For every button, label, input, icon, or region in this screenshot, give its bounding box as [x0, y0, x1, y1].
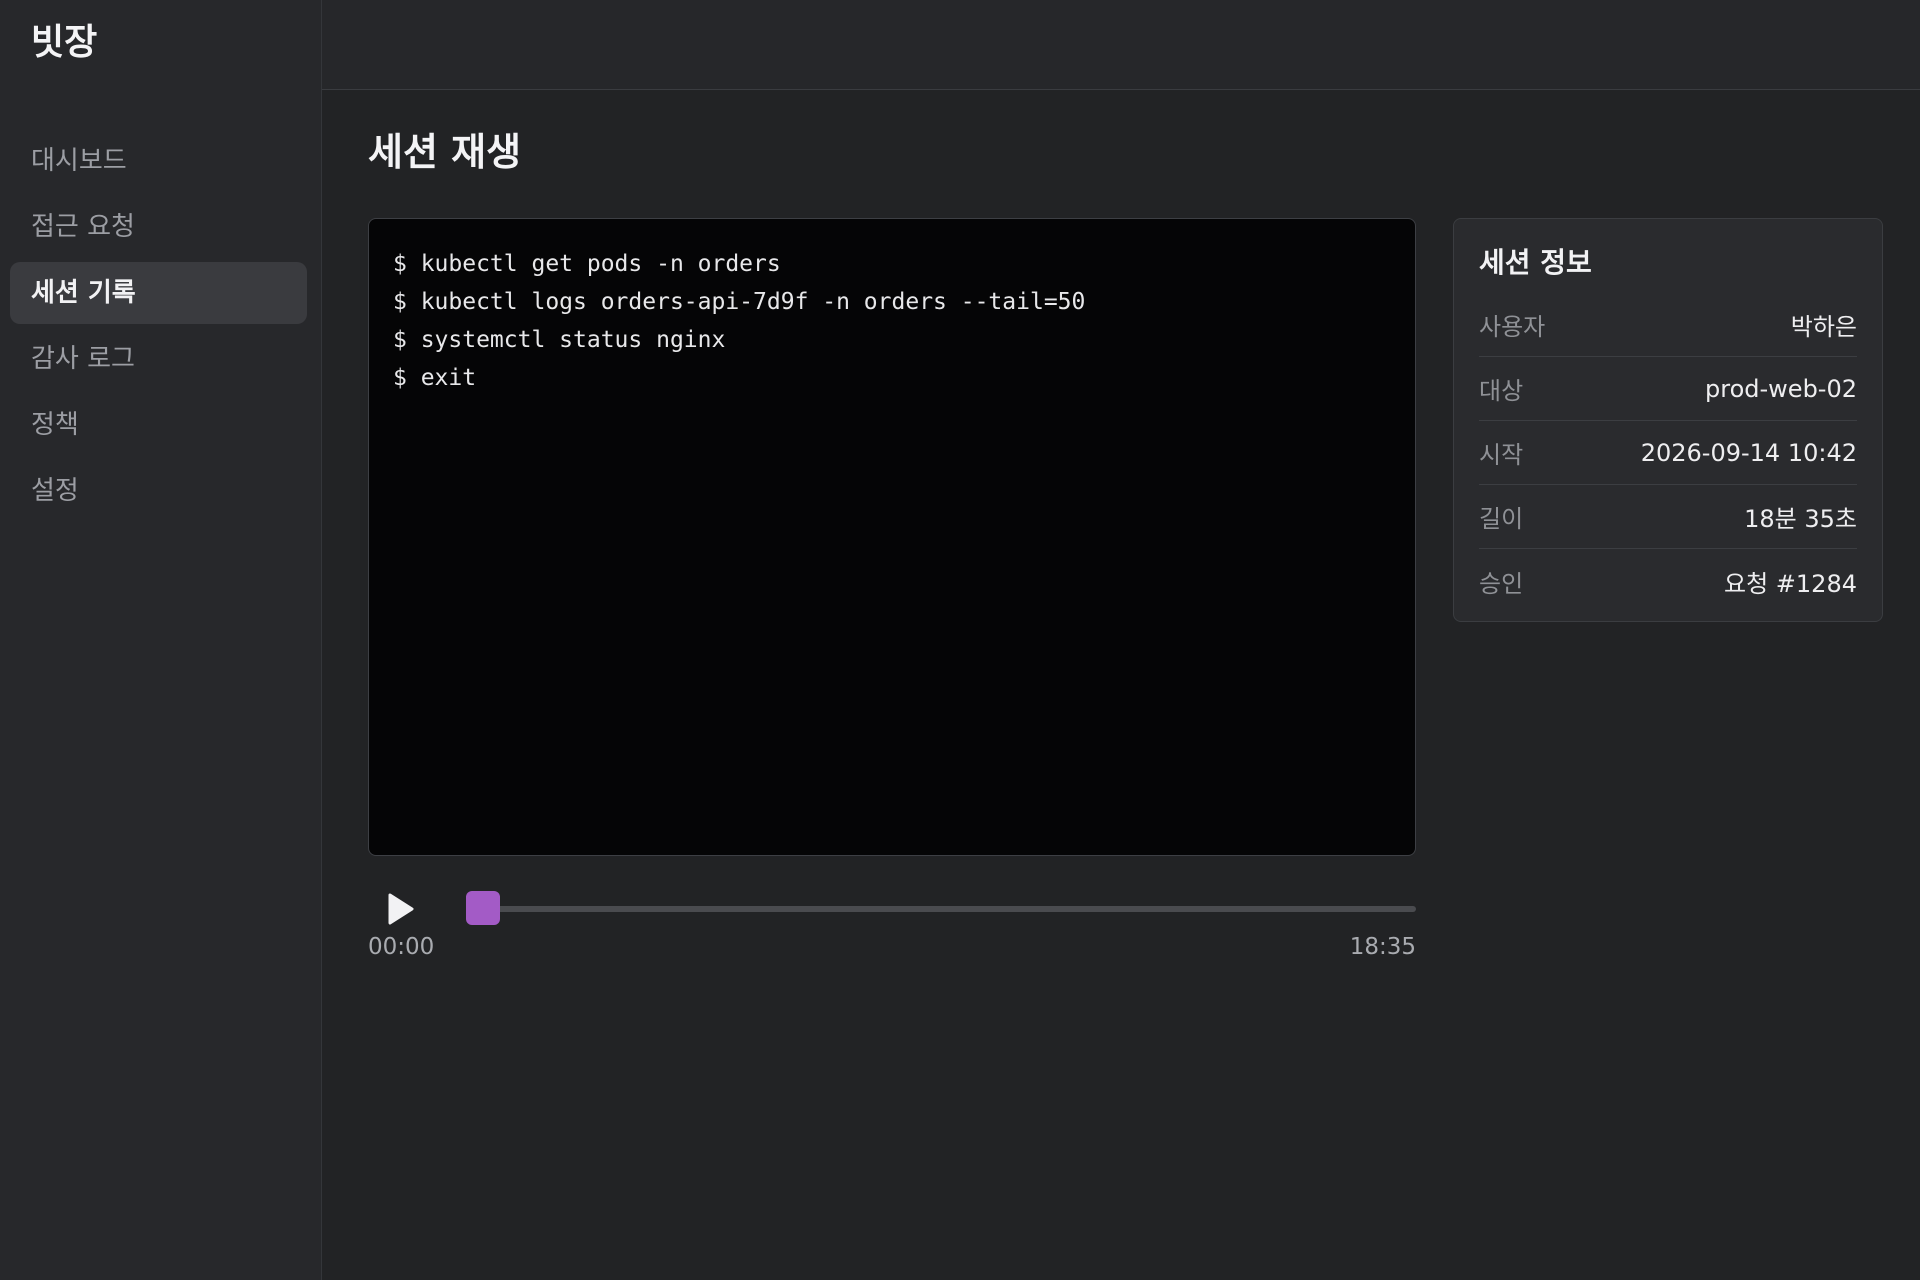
- info-label: 길이: [1479, 505, 1524, 533]
- info-label: 사용자: [1479, 313, 1546, 341]
- terminal-line: $ kubectl get pods -n orders: [393, 251, 781, 277]
- sidebar-item-session-records[interactable]: 세션 기록: [10, 262, 307, 324]
- sidebar-item-dashboard[interactable]: 대시보드: [10, 130, 307, 192]
- sidebar-item-audit-log[interactable]: 감사 로그: [10, 328, 307, 390]
- info-row-target: 대상 prod-web-02: [1479, 357, 1857, 421]
- info-row-user: 사용자 박하은: [1479, 293, 1857, 357]
- progress-handle[interactable]: [466, 891, 500, 925]
- current-time: 00:00: [368, 934, 435, 960]
- brand-logo: 빗장: [31, 22, 98, 63]
- sidebar: 빗장 대시보드 접근 요청 세션 기록 감사 로그 정책 설정: [0, 0, 322, 1280]
- play-button[interactable]: [386, 892, 416, 926]
- sidebar-item-access-requests[interactable]: 접근 요청: [10, 196, 307, 258]
- app-root: 빗장 대시보드 접근 요청 세션 기록 감사 로그 정책 설정 세션 재생 $ …: [0, 0, 1920, 1280]
- playback-controls: 00:00 18:35: [368, 884, 1416, 964]
- session-info-panel: 세션 정보 사용자 박하은 대상 prod-web-02 시작 2026-09-…: [1453, 218, 1883, 622]
- sidebar-item-policy[interactable]: 정책: [10, 394, 307, 456]
- terminal-replay: $ kubectl get pods -n orders $ kubectl l…: [368, 218, 1416, 856]
- info-value: 18분 35초: [1744, 505, 1857, 533]
- info-value: 2026-09-14 10:42: [1640, 438, 1857, 467]
- page-title: 세션 재생: [368, 130, 522, 174]
- info-label: 승인: [1479, 569, 1524, 598]
- info-row-duration: 길이 18분 35초: [1479, 485, 1857, 549]
- info-row-start: 시작 2026-09-14 10:42: [1479, 421, 1857, 485]
- info-value: prod-web-02: [1705, 374, 1857, 403]
- play-icon: [388, 893, 414, 925]
- session-info-title: 세션 정보: [1479, 246, 1592, 279]
- info-label: 시작: [1479, 441, 1524, 469]
- info-row-approval: 승인 요청 #1284: [1479, 549, 1857, 613]
- sidebar-item-settings[interactable]: 설정: [10, 460, 307, 522]
- total-time: 18:35: [1349, 934, 1416, 960]
- progress-slider[interactable]: [466, 891, 1416, 925]
- info-value: 박하은: [1790, 313, 1857, 341]
- sidebar-nav: 대시보드 접근 요청 세션 기록 감사 로그 정책 설정: [0, 130, 321, 522]
- terminal-line: $ systemctl status nginx: [393, 327, 726, 353]
- terminal-line: $ kubectl logs orders-api-7d9f -n orders…: [393, 289, 1086, 315]
- top-bar: [322, 0, 1920, 90]
- info-value: 요청 #1284: [1724, 569, 1857, 598]
- terminal-line: $ exit: [393, 365, 477, 391]
- main-content: 세션 재생 $ kubectl get pods -n orders $ kub…: [322, 0, 1920, 1280]
- info-label: 대상: [1479, 377, 1524, 405]
